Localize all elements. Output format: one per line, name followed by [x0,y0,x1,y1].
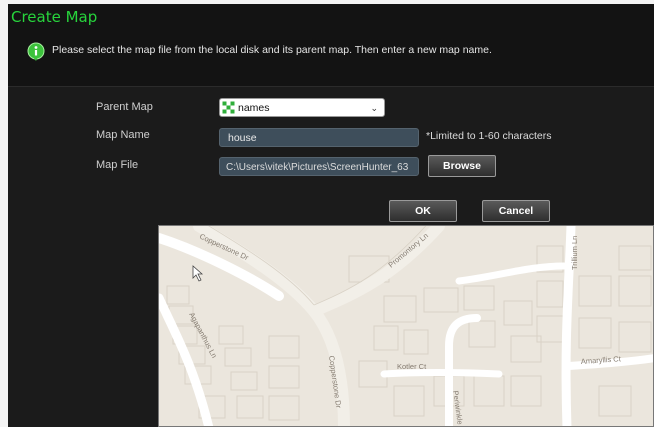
cancel-button[interactable]: Cancel [482,200,550,222]
parent-map-select[interactable]: names ⌄ [219,98,385,117]
dialog-header: Create Map Please select the map file fr… [8,4,654,87]
map-file-input[interactable]: C:\Users\vitek\Pictures\ScreenHunter_63 [219,157,419,176]
map-image: Copperstone Dr Promontory Ln Agapanthus … [159,226,653,426]
browse-button[interactable]: Browse [428,155,496,177]
parent-map-label: Parent Map [96,101,153,113]
map-preview: Copperstone Dr Promontory Ln Agapanthus … [158,225,654,427]
tree-icon [222,101,235,114]
map-name-label: Map Name [96,129,150,141]
parent-map-value: names [238,102,270,114]
app-root: Create Map Please select the map file fr… [0,0,654,427]
ok-button[interactable]: OK [389,200,457,222]
map-name-input[interactable]: house [219,128,419,147]
create-map-dialog: Create Map Please select the map file fr… [8,4,654,427]
map-street-label: Trillium Ln [570,236,579,270]
instruction-text: Please select the map file from the loca… [52,44,492,56]
map-name-hint: *Limited to 1-60 characters [426,130,552,142]
dialog-title: Create Map [11,8,98,26]
chevron-down-icon[interactable]: ⌄ [370,99,378,116]
map-file-label: Map File [96,159,139,171]
map-street-label: Kotler Ct [397,362,427,371]
info-icon [27,42,45,61]
